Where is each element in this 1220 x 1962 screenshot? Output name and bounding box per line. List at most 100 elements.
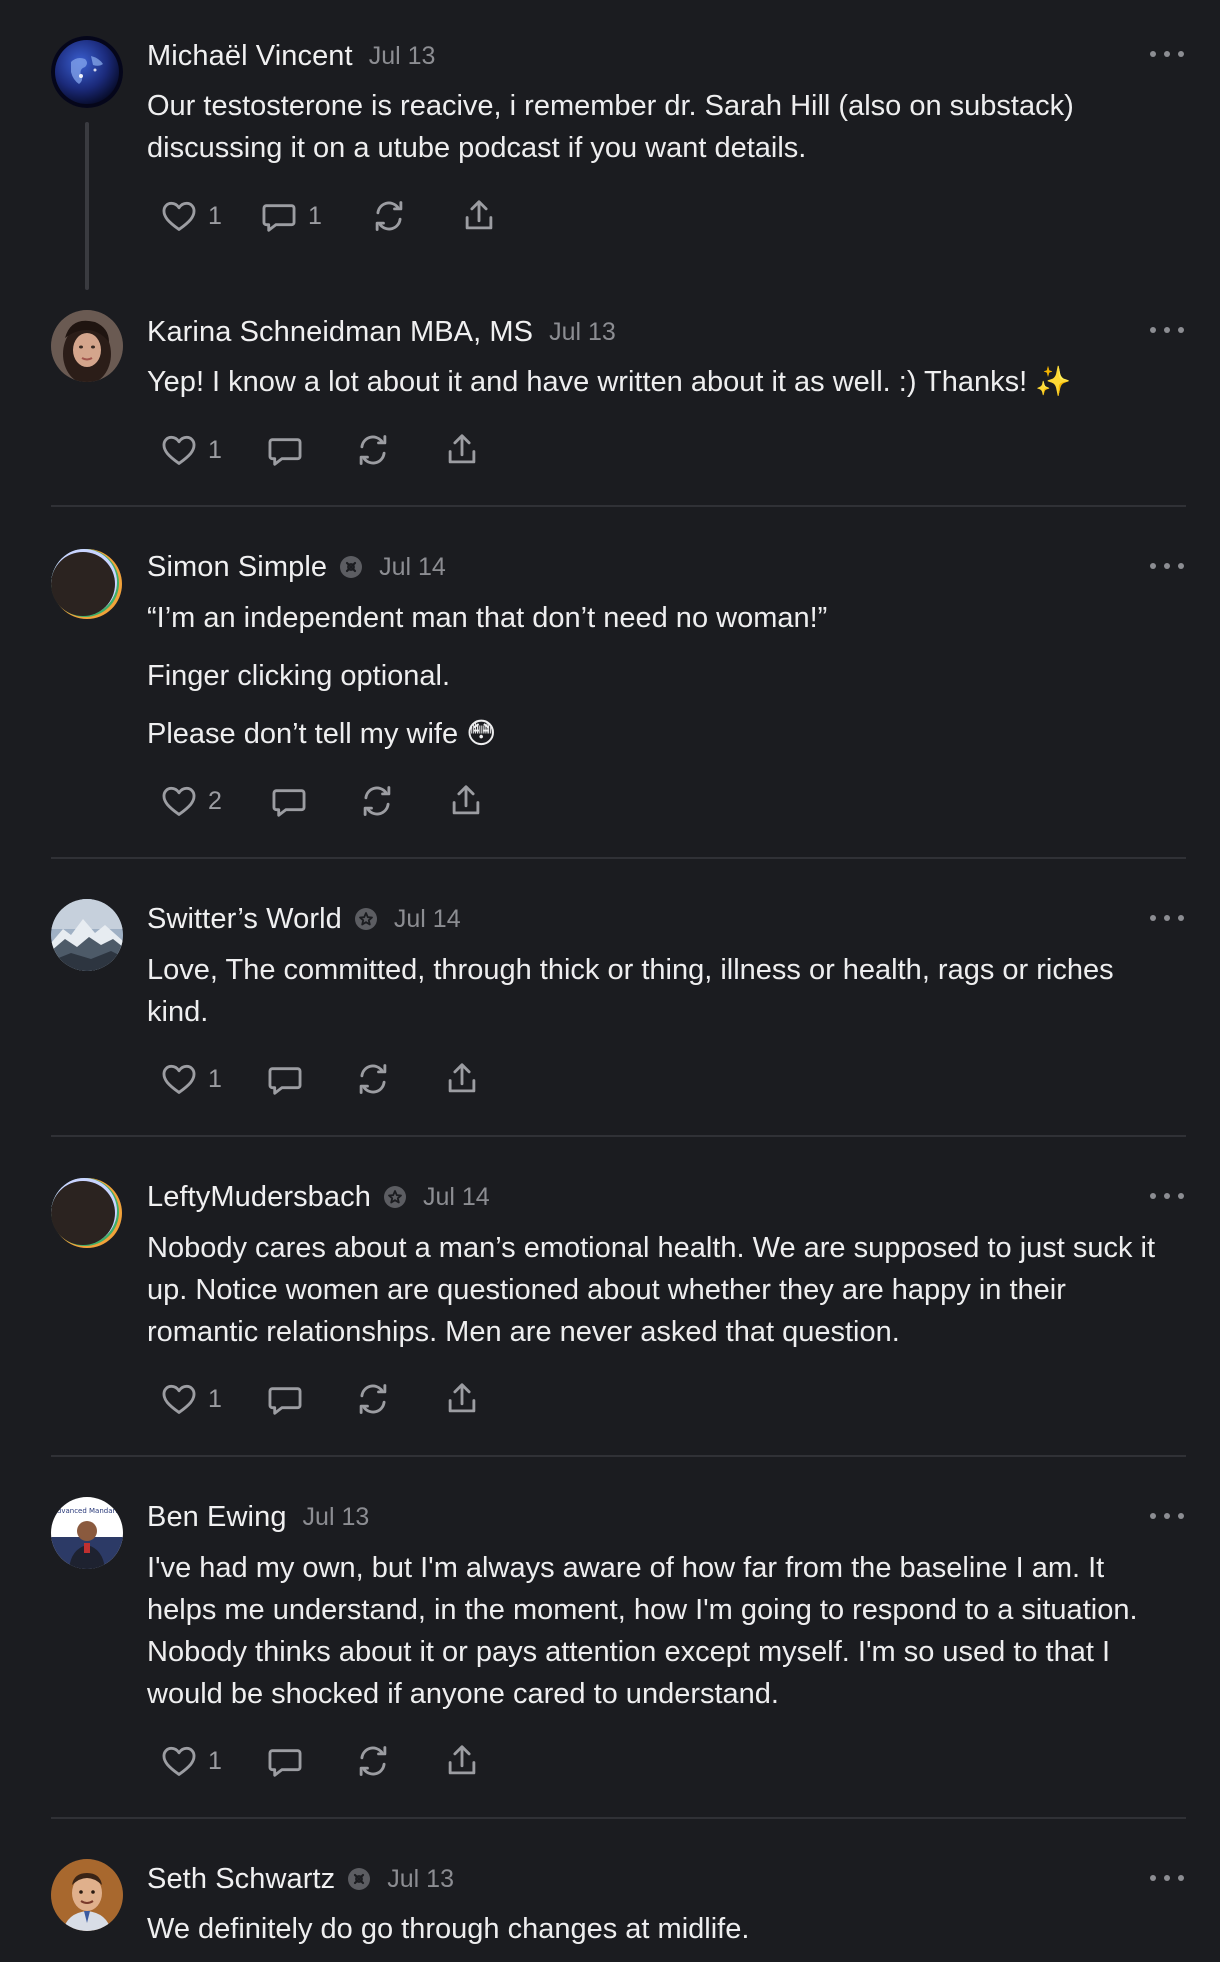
author-name[interactable]: Michaël Vincent — [147, 40, 353, 73]
share-button[interactable] — [443, 428, 481, 472]
portrait-photo-icon — [51, 1859, 123, 1931]
comment-header: Seth Schwartz Jul 13 — [147, 1859, 454, 1899]
heart-icon — [162, 1384, 196, 1414]
reply-button[interactable]: 1 — [260, 194, 322, 238]
avatar[interactable] — [51, 310, 123, 382]
comment-header: Michaël Vincent Jul 13 — [147, 36, 435, 76]
more-options-icon[interactable] — [1150, 322, 1184, 338]
restack-button[interactable] — [358, 779, 396, 823]
comment-body: I've had my own, but I'm always aware of… — [147, 1547, 1177, 1715]
comment-header: Ben Ewing Jul 13 — [147, 1497, 369, 1537]
restack-button[interactable] — [354, 1377, 392, 1421]
comment-bubble-icon — [262, 204, 296, 232]
comment-bubble-icon — [268, 1749, 302, 1777]
share-button[interactable] — [443, 1739, 481, 1783]
comment-body: We definitely do go through changes at m… — [147, 1908, 1177, 1950]
restack-icon — [363, 786, 391, 816]
share-button[interactable] — [460, 194, 498, 238]
comment-header: Karina Schneidman MBA, MS Jul 13 — [147, 312, 616, 352]
like-button[interactable]: 1 — [160, 428, 222, 472]
comment-date[interactable]: Jul 13 — [549, 318, 616, 347]
like-button[interactable]: 1 — [160, 1377, 222, 1421]
restack-button[interactable] — [354, 428, 392, 472]
reply-button[interactable] — [266, 1739, 304, 1783]
avatar[interactable]: Advanced Mandarin — [51, 1497, 123, 1569]
like-count: 1 — [208, 1746, 222, 1775]
avatar[interactable] — [51, 1177, 123, 1249]
like-count: 2 — [208, 786, 222, 815]
more-options-icon[interactable] — [1150, 910, 1184, 926]
comment-bubble-icon — [268, 438, 302, 466]
restack-button[interactable] — [354, 1739, 392, 1783]
comment-header: Simon Simple Jul 14 — [147, 547, 446, 587]
author-name[interactable]: Simon Simple — [147, 551, 327, 584]
restack-button[interactable] — [370, 194, 408, 238]
author-name[interactable]: Karina Schneidman MBA, MS — [147, 316, 533, 349]
share-button[interactable] — [447, 779, 485, 823]
like-button[interactable]: 1 — [160, 1057, 222, 1101]
comment-text: I've had my own, but I'm always aware of… — [147, 1552, 1138, 1710]
like-count: 1 — [208, 1064, 222, 1093]
author-name[interactable]: LeftyMudersbach — [147, 1181, 371, 1214]
comment-date[interactable]: Jul 14 — [394, 905, 461, 934]
more-options-icon[interactable] — [1150, 1870, 1184, 1886]
subscriber-badge-icon — [383, 1185, 407, 1209]
more-options-icon[interactable] — [1150, 558, 1184, 574]
divider — [51, 1817, 1186, 1819]
restack-icon — [359, 1384, 387, 1414]
divider — [51, 505, 1186, 507]
divider — [51, 1135, 1186, 1137]
thread-line — [85, 122, 89, 290]
reply-button[interactable] — [266, 428, 304, 472]
comment-text: We definitely do go through changes at m… — [147, 1913, 750, 1945]
default-avatar-icon — [51, 1177, 123, 1249]
avatar-lettering: Advanced Mandarin — [52, 1507, 122, 1515]
restack-button[interactable] — [354, 1057, 392, 1101]
comment-date[interactable]: Jul 13 — [303, 1503, 370, 1532]
restack-icon — [359, 1064, 387, 1094]
share-icon — [448, 434, 476, 464]
divider — [51, 1455, 1186, 1457]
comment-date[interactable]: Jul 14 — [379, 553, 446, 582]
avatar[interactable] — [51, 36, 123, 108]
reply-button[interactable] — [270, 779, 308, 823]
more-options-icon[interactable] — [1150, 1508, 1184, 1524]
share-button[interactable] — [443, 1057, 481, 1101]
like-count: 1 — [208, 435, 222, 464]
restack-icon — [359, 435, 387, 465]
comment-bubble-icon — [268, 1387, 302, 1415]
like-button[interactable]: 1 — [160, 1739, 222, 1783]
like-button[interactable]: 2 — [160, 779, 222, 823]
subscriber-badge-icon — [347, 1867, 371, 1891]
reply-button[interactable] — [266, 1057, 304, 1101]
author-name[interactable]: Switter’s World — [147, 903, 342, 936]
reply-button[interactable] — [266, 1377, 304, 1421]
share-button[interactable] — [443, 1377, 481, 1421]
share-icon — [448, 1383, 476, 1413]
share-icon — [448, 1745, 476, 1775]
heart-icon — [162, 1064, 196, 1094]
comment-body: Nobody cares about a man’s emotional hea… — [147, 1227, 1177, 1353]
comments-feed: Michaël Vincent Jul 13 Our testosterone … — [0, 0, 1220, 1962]
comment-date[interactable]: Jul 14 — [423, 1183, 490, 1212]
like-button[interactable]: 1 — [160, 194, 222, 238]
more-options-icon[interactable] — [1150, 1188, 1184, 1204]
comment-body: Our testosterone is reacive, i remember … — [147, 85, 1177, 169]
subscriber-badge-icon — [354, 907, 378, 931]
like-count: 1 — [208, 1384, 222, 1413]
restack-icon — [375, 201, 403, 231]
reply-count: 1 — [308, 201, 322, 230]
comment-date[interactable]: Jul 13 — [387, 1865, 454, 1894]
comment-date[interactable]: Jul 13 — [369, 42, 436, 71]
author-name[interactable]: Seth Schwartz — [147, 1863, 335, 1896]
comment-text: “I’m an independent man that don’t need … — [147, 602, 828, 634]
comment-body: Love, The committed, through thick or th… — [147, 949, 1177, 1033]
comment-text: Nobody cares about a man’s emotional hea… — [147, 1232, 1156, 1348]
share-icon — [448, 1063, 476, 1093]
comment-text: Love, The committed, through thick or th… — [147, 954, 1114, 1028]
more-options-icon[interactable] — [1150, 46, 1184, 62]
avatar[interactable] — [51, 899, 123, 971]
author-name[interactable]: Ben Ewing — [147, 1501, 287, 1534]
avatar[interactable] — [51, 1859, 123, 1931]
avatar[interactable] — [51, 548, 123, 620]
